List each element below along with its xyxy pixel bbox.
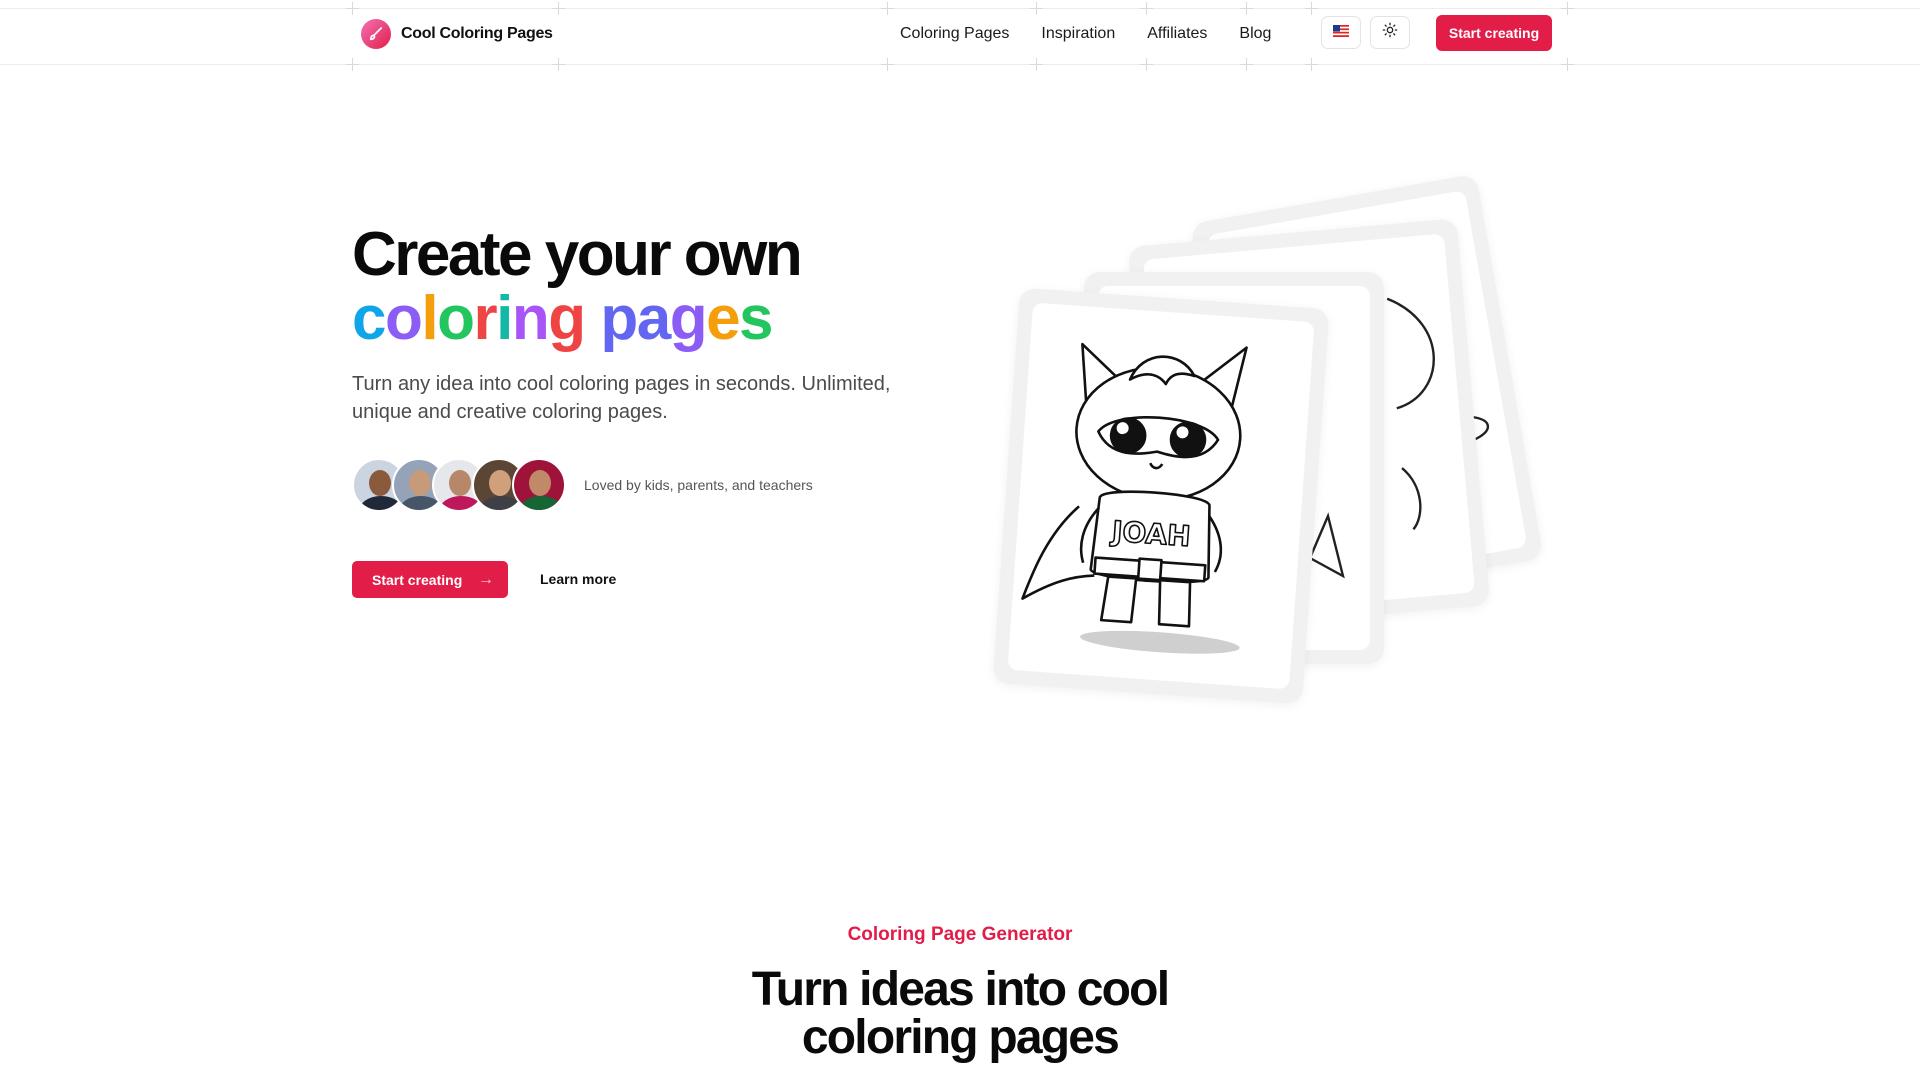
title-letter: o bbox=[384, 284, 423, 353]
main-nav: Coloring Pages Inspiration Affiliates Bl… bbox=[900, 19, 1271, 49]
sun-icon bbox=[1382, 22, 1398, 43]
us-flag-icon bbox=[1333, 24, 1349, 42]
corner-mark bbox=[552, 58, 565, 71]
nav-affiliates[interactable]: Affiliates bbox=[1147, 25, 1207, 43]
corner-mark bbox=[1140, 58, 1153, 71]
corner-mark bbox=[1305, 58, 1318, 71]
arrow-right-icon: → bbox=[478, 571, 494, 588]
title-letter: o bbox=[437, 284, 475, 353]
corner-mark bbox=[1561, 2, 1574, 15]
corner-mark bbox=[881, 2, 894, 15]
title-letter bbox=[585, 288, 601, 350]
title-letter: g bbox=[669, 284, 708, 353]
title-letter: c bbox=[352, 284, 386, 353]
avatar bbox=[512, 458, 566, 512]
social-proof-text: Loved by kids, parents, and teachers bbox=[584, 477, 813, 493]
corner-mark bbox=[1030, 58, 1043, 71]
title-letter: i bbox=[496, 284, 513, 353]
corner-mark bbox=[1140, 2, 1153, 15]
corner-mark bbox=[881, 58, 894, 71]
title-letter: r bbox=[473, 284, 497, 353]
language-button[interactable] bbox=[1321, 16, 1361, 49]
brand-name: Cool Coloring Pages bbox=[401, 25, 553, 42]
corner-mark bbox=[1240, 2, 1253, 15]
theme-toggle-button[interactable] bbox=[1370, 16, 1410, 49]
nav-coloring-pages[interactable]: Coloring Pages bbox=[900, 25, 1009, 43]
section-title: Turn ideas into cool coloring pages bbox=[0, 966, 1920, 1062]
shirt-name-text: JOAH bbox=[1109, 515, 1192, 554]
corner-mark bbox=[346, 2, 359, 15]
section-title-line-1: Turn ideas into cool bbox=[751, 963, 1170, 1016]
learn-more-link[interactable]: Learn more bbox=[540, 571, 616, 587]
title-letter: s bbox=[739, 284, 773, 353]
header-start-creating-button[interactable]: Start creating bbox=[1436, 15, 1552, 51]
corner-mark bbox=[1030, 2, 1043, 15]
section-eyebrow: Coloring Page Generator bbox=[847, 924, 1073, 945]
corner-mark bbox=[1305, 2, 1318, 15]
brand-logo-link[interactable]: Cool Coloring Pages bbox=[361, 19, 553, 49]
hero-subtitle: Turn any idea into cool coloring pages i… bbox=[352, 373, 891, 423]
corner-mark bbox=[1561, 58, 1574, 71]
coloring-card-front: JOAH bbox=[992, 287, 1330, 705]
title-letter: l bbox=[421, 284, 438, 353]
title-letter: e bbox=[706, 284, 740, 353]
title-letter: p bbox=[600, 284, 638, 353]
nav-inspiration[interactable]: Inspiration bbox=[1041, 25, 1115, 43]
hero-title-colorful: coloring pages bbox=[352, 284, 774, 353]
title-letter: n bbox=[511, 284, 550, 353]
avatar-group bbox=[352, 458, 566, 512]
corner-mark bbox=[346, 58, 359, 71]
corner-mark bbox=[1240, 58, 1253, 71]
title-letter: g bbox=[548, 284, 586, 353]
corner-mark bbox=[552, 2, 565, 15]
title-letter: a bbox=[636, 284, 671, 353]
hero-title: Create your own bbox=[352, 220, 803, 289]
button-label: Start creating bbox=[372, 571, 463, 588]
hero-start-creating-button[interactable]: Start creating → bbox=[352, 561, 508, 598]
section-title-line-2: coloring pages bbox=[801, 1011, 1120, 1064]
nav-blog[interactable]: Blog bbox=[1239, 25, 1271, 43]
paintbrush-icon bbox=[361, 19, 391, 49]
